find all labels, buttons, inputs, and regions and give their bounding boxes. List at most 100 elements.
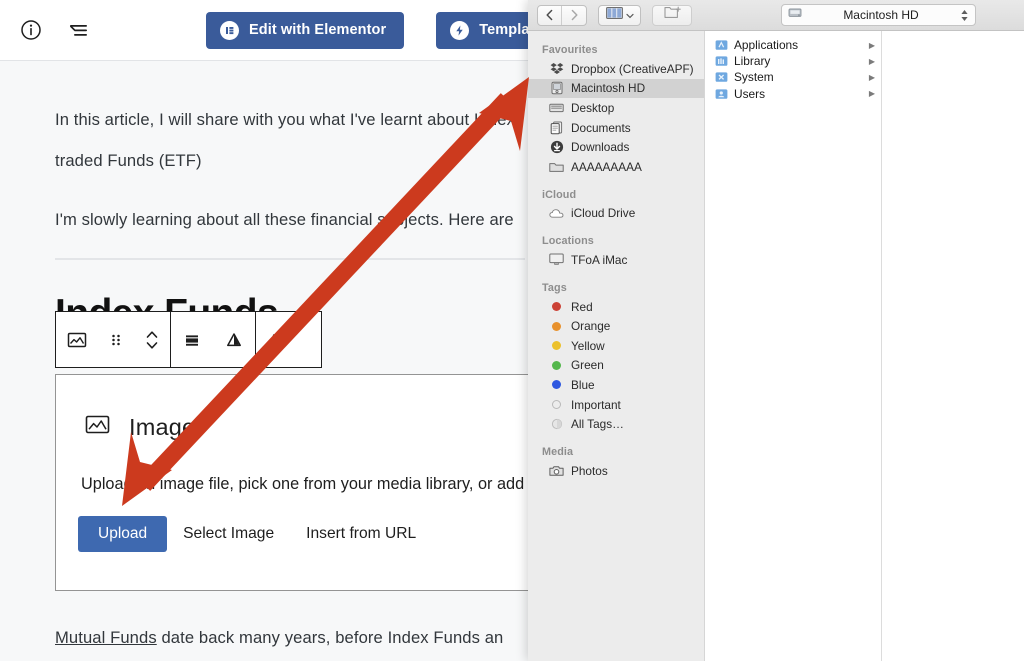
sidebar-item-tfoa-imac[interactable]: TFoA iMac <box>528 250 704 270</box>
change-block-type-icon[interactable] <box>213 312 255 367</box>
sidebar-item-tag-important[interactable]: Important <box>528 395 704 415</box>
sidebar-item-all-tags[interactable]: All Tags… <box>528 414 704 434</box>
finder-path-label: Macintosh HD <box>843 8 919 22</box>
block-toolbar-group-left <box>56 312 171 367</box>
file-row-applications[interactable]: Applications ▶ <box>706 37 881 53</box>
disclosure-chevron-icon[interactable]: ▶ <box>869 89 875 98</box>
sidebar-item-photos[interactable]: Photos <box>528 461 704 481</box>
block-toolbar-group-mid <box>171 312 256 367</box>
hard-drive-icon <box>549 81 564 96</box>
file-name: Library <box>734 54 771 69</box>
paragraph-3-rest: date back many years, before Index Funds… <box>156 628 504 647</box>
finder-window[interactable]: Macintosh HD Favourites Dropbox (Creativ… <box>528 0 1024 661</box>
tag-dot-icon <box>549 319 564 334</box>
file-row-library[interactable]: Library ▶ <box>706 53 881 69</box>
finder-body: Favourites Dropbox (CreativeAPF) Macinto… <box>528 31 1024 661</box>
tag-dot-hollow-icon <box>549 397 564 412</box>
sidebar-item-documents[interactable]: Documents <box>528 118 704 138</box>
drag-handle-icon[interactable] <box>98 312 134 367</box>
sidebar-item-label: Documents <box>571 120 631 135</box>
horizontal-rule <box>55 258 525 260</box>
sidebar-item-macintosh-hd[interactable]: Macintosh HD <box>528 78 704 99</box>
sidebar-item-label: Photos <box>571 463 608 478</box>
file-name: Users <box>734 86 766 101</box>
sidebar-item-label: Downloads <box>571 140 630 155</box>
screenshot-root: Edit with Elementor Template Kits In thi… <box>0 0 1024 661</box>
finder-view-selector[interactable] <box>598 4 641 26</box>
block-toolbar <box>55 311 322 368</box>
downloads-icon <box>549 140 564 155</box>
image-placeholder-icon <box>84 411 111 443</box>
sidebar-item-label: All Tags… <box>571 417 624 432</box>
applications-folder-icon <box>715 39 728 52</box>
chevron-right-icon[interactable] <box>562 6 586 25</box>
new-folder-button[interactable] <box>652 4 692 26</box>
upload-button[interactable]: Upload <box>78 516 168 552</box>
sidebar-item-tag-blue[interactable]: Blue <box>528 375 704 395</box>
list-view-icon[interactable] <box>62 13 96 47</box>
all-tags-icon <box>549 417 564 432</box>
file-row-users[interactable]: Users ▶ <box>706 86 881 102</box>
tag-dot-icon <box>549 338 564 353</box>
disclosure-chevron-icon[interactable]: ▶ <box>869 73 875 82</box>
finder-path-popup[interactable]: Macintosh HD <box>781 4 976 26</box>
finder-sidebar: Favourites Dropbox (CreativeAPF) Macinto… <box>528 31 705 661</box>
sidebar-section-locations-title: Locations <box>542 235 594 248</box>
block-toolbar-group-right <box>256 312 292 367</box>
users-folder-icon <box>715 87 728 100</box>
sidebar-item-label: Yellow <box>571 338 605 353</box>
library-folder-icon <box>715 55 728 68</box>
sidebar-item-desktop[interactable]: Desktop <box>528 98 704 118</box>
sidebar-item-label: iCloud Drive <box>571 206 636 221</box>
stepper-updown-icon <box>960 9 969 22</box>
elementor-logo-icon <box>220 20 239 40</box>
select-image-button[interactable]: Select Image <box>167 516 290 552</box>
sidebar-item-label: Green <box>571 358 604 373</box>
tag-dot-icon <box>549 358 564 373</box>
disclosure-chevron-icon[interactable]: ▶ <box>869 57 875 66</box>
image-block-title: Image <box>129 413 196 440</box>
sidebar-item-tag-yellow[interactable]: Yellow <box>528 336 704 356</box>
sidebar-section-favourites-title: Favourites <box>542 44 598 56</box>
sidebar-section-media-title: Media <box>542 445 574 458</box>
sidebar-item-aaaaaaaaa[interactable]: AAAAAAAAA <box>528 157 704 177</box>
finder-toolbar: Macintosh HD <box>528 0 1024 31</box>
disclosure-chevron-icon[interactable]: ▶ <box>869 41 875 50</box>
info-circle-icon[interactable] <box>14 13 48 47</box>
lightning-bolt-icon <box>450 20 470 40</box>
file-row-system[interactable]: System ▶ <box>706 69 881 85</box>
hard-drive-icon <box>788 6 802 24</box>
sidebar-section-icloud-title: iCloud <box>542 188 577 201</box>
documents-icon <box>549 120 564 135</box>
sidebar-item-label: Blue <box>571 377 595 392</box>
insert-from-url-button[interactable]: Insert from URL <box>290 516 432 552</box>
sidebar-item-label: Desktop <box>571 100 615 115</box>
finder-nav-buttons <box>537 4 587 26</box>
chevron-left-icon[interactable] <box>538 5 562 25</box>
sidebar-item-label: AAAAAAAAA <box>571 159 642 174</box>
sidebar-item-icloud-drive[interactable]: iCloud Drive <box>528 204 704 224</box>
sidebar-item-tag-green[interactable]: Green <box>528 356 704 376</box>
move-up-down-icon[interactable] <box>134 312 170 367</box>
more-options-icon[interactable] <box>256 312 292 367</box>
sidebar-item-tag-orange[interactable]: Orange <box>528 316 704 336</box>
sidebar-item-downloads[interactable]: Downloads <box>528 137 704 157</box>
edit-with-elementor-button[interactable]: Edit with Elementor <box>206 11 405 49</box>
sidebar-item-tag-red[interactable]: Red <box>528 297 704 317</box>
sidebar-item-dropbox[interactable]: Dropbox (CreativeAPF) <box>528 59 704 79</box>
desktop-icon <box>549 100 564 115</box>
cloud-icon <box>549 206 564 221</box>
align-icon[interactable] <box>171 312 213 367</box>
sidebar-item-label: Dropbox (CreativeAPF) <box>571 61 694 76</box>
column-view-icon <box>605 6 623 24</box>
sidebar-item-label: Important <box>571 397 621 412</box>
dropbox-icon <box>549 61 564 76</box>
system-folder-icon <box>715 71 728 84</box>
image-block-icon[interactable] <box>56 312 98 367</box>
finder-preview-pane <box>883 31 1024 661</box>
sidebar-item-label: Macintosh HD <box>571 81 646 96</box>
sidebar-section-tags-title: Tags <box>542 281 567 294</box>
imac-icon <box>549 252 564 267</box>
mutual-funds-link[interactable]: Mutual Funds <box>55 628 157 647</box>
finder-file-list: Applications ▶ Library ▶ System ▶ Users … <box>706 31 882 661</box>
